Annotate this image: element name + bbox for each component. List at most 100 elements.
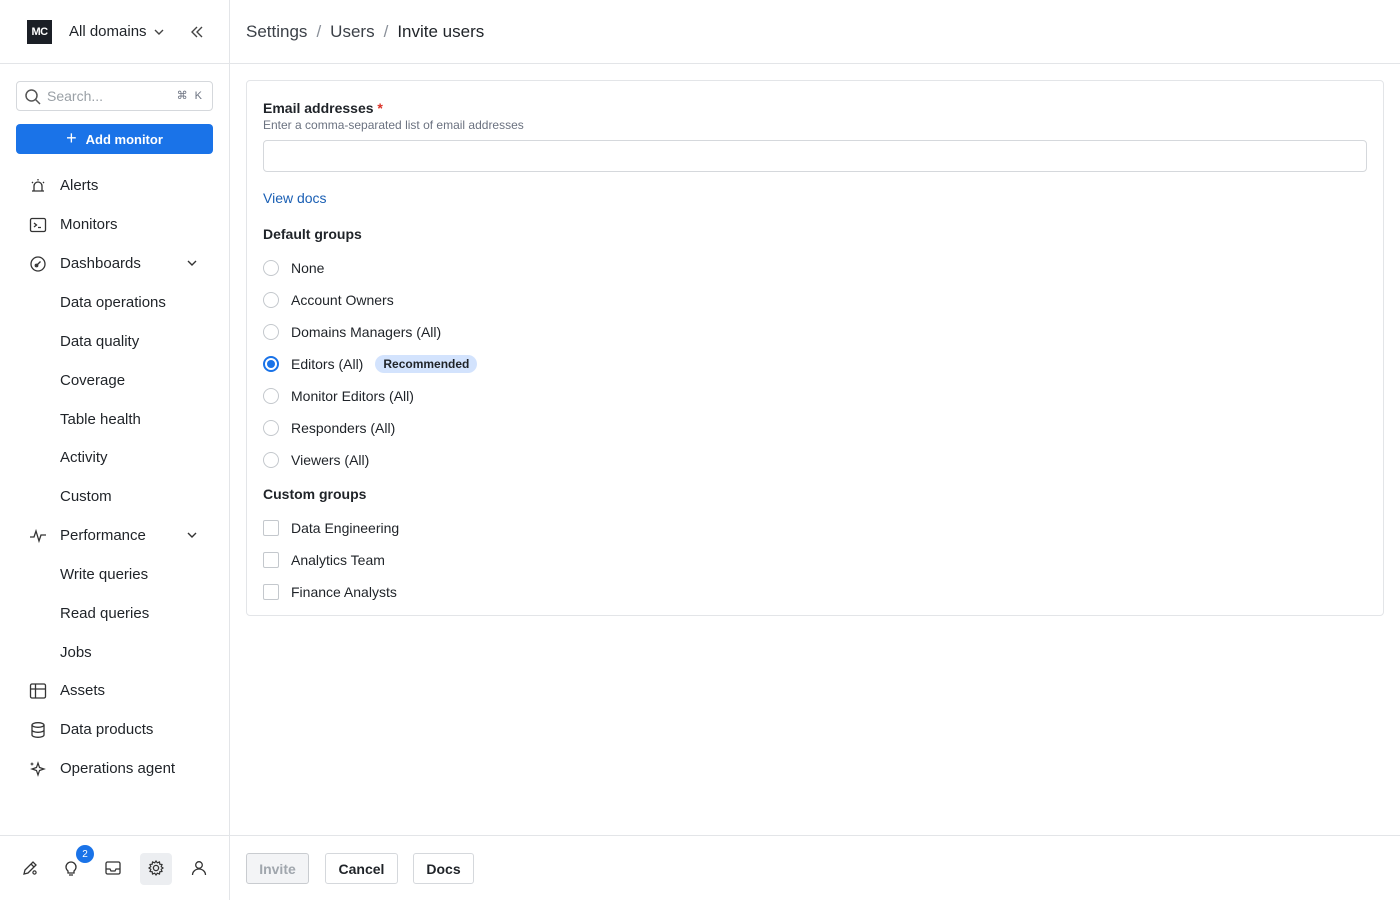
inbox-icon (103, 858, 123, 881)
radio-option[interactable]: None (263, 258, 324, 278)
sidebar-item-jobs[interactable]: Jobs (0, 633, 229, 671)
invite-form: Email addresses * Enter a comma-separate… (246, 80, 1384, 616)
radio-button[interactable] (263, 420, 279, 436)
recommended-badge: Recommended (375, 355, 478, 373)
sidebar-item-write-queries[interactable]: Write queries (0, 555, 229, 594)
radio-option[interactable]: Domains Managers (All) (263, 322, 441, 342)
chevron-down-icon[interactable] (153, 25, 165, 41)
view-docs-link[interactable]: View docs (263, 190, 327, 206)
table-icon (28, 681, 48, 701)
option-label: Viewers (All) (291, 452, 370, 468)
chevron-down-icon[interactable] (185, 528, 199, 546)
radio-button-selected[interactable] (263, 356, 279, 372)
option-label: Finance Analysts (291, 584, 397, 600)
sidebar-item-data-quality[interactable]: Data quality (0, 322, 229, 361)
radio-button[interactable] (263, 324, 279, 340)
checkbox-option[interactable]: Data Engineering (263, 518, 399, 538)
email-help-text: Enter a comma-separated list of email ad… (263, 118, 524, 132)
user-icon (189, 858, 209, 881)
sparkle-icon (28, 759, 48, 779)
radio-option[interactable]: Viewers (All) (263, 450, 369, 470)
checkbox[interactable] (263, 552, 279, 568)
logo: MC (27, 19, 52, 44)
sidebar-item-data-products[interactable]: Data products (0, 710, 229, 749)
checkbox[interactable] (263, 520, 279, 536)
breadcrumb-settings[interactable]: Settings (246, 22, 307, 42)
option-label: Data Engineering (291, 520, 400, 536)
sidebar: MC All domains ⌘ K + Add monitor Alerts (0, 0, 230, 900)
breadcrumb-separator: / (316, 21, 322, 41)
default-groups-title: Default groups (263, 226, 362, 242)
sidebar-footer-inbox[interactable] (97, 853, 129, 885)
add-monitor-button[interactable]: + Add monitor (16, 124, 213, 154)
radio-button[interactable] (263, 292, 279, 308)
email-field[interactable] (263, 140, 1367, 172)
sidebar-item-custom[interactable]: Custom (0, 477, 229, 516)
gear-icon (146, 858, 166, 881)
cancel-button[interactable]: Cancel (325, 853, 398, 884)
sidebar-item-assets[interactable]: Assets (0, 671, 229, 710)
radio-button[interactable] (263, 388, 279, 404)
add-monitor-label: Add monitor (85, 131, 163, 147)
radio-option[interactable]: Editors (All) Recommended (263, 354, 478, 374)
radio-button[interactable] (263, 452, 279, 468)
gauge-icon (28, 254, 48, 274)
search-box[interactable]: ⌘ K (16, 81, 213, 111)
sidebar-item-operations-agent[interactable]: Operations agent (0, 749, 229, 788)
option-label: None (291, 260, 325, 276)
domain-selector[interactable]: All domains (69, 23, 147, 40)
form-footer: Invite Cancel Docs (230, 835, 1400, 900)
sidebar-footer (0, 835, 229, 900)
sidebar-item-data-operations[interactable]: Data operations (0, 283, 229, 322)
option-label: Monitor Editors (All) (291, 388, 414, 404)
sidebar-item-table-health[interactable]: Table health (0, 400, 229, 438)
search-input[interactable] (47, 88, 167, 104)
option-label: Account Owners (291, 292, 394, 308)
pen-tool-icon (20, 858, 40, 881)
pulse-icon (28, 526, 48, 546)
option-label: Domains Managers (All) (291, 324, 442, 340)
plus-icon: + (66, 128, 77, 148)
sidebar-item-performance[interactable]: Performance (0, 516, 229, 555)
sidebar-footer-profile[interactable] (183, 853, 215, 885)
sidebar-item-monitors[interactable]: Monitors (0, 205, 229, 244)
sidebar-item-read-queries[interactable]: Read queries (0, 594, 229, 633)
email-label: Email addresses * (263, 100, 383, 116)
sidebar-header: MC All domains (0, 0, 229, 64)
radio-option[interactable]: Monitor Editors (All) (263, 386, 414, 406)
sidebar-item-activity[interactable]: Activity (0, 438, 229, 477)
notification-badge: 2 (76, 845, 94, 863)
lightbulb-icon (61, 858, 81, 881)
collapse-sidebar-icon[interactable] (188, 23, 206, 41)
breadcrumb-users[interactable]: Users (330, 22, 374, 42)
required-mark: * (377, 100, 383, 116)
email-label-text: Email addresses (263, 100, 374, 116)
sidebar-footer-settings[interactable] (140, 853, 172, 885)
custom-groups-title: Custom groups (263, 486, 367, 502)
option-label: Responders (All) (291, 420, 396, 436)
sidebar-nav: Alerts Monitors Dashboards Data operatio… (0, 166, 229, 788)
option-label: Editors (All) (291, 356, 364, 372)
sidebar-item-alerts[interactable]: Alerts (0, 166, 229, 205)
checkbox-option[interactable]: Analytics Team (263, 550, 385, 570)
database-icon (28, 720, 48, 740)
alarm-icon (28, 176, 48, 196)
page-title: Invite users (397, 21, 485, 41)
search-shortcut: ⌘ K (176, 90, 204, 102)
invite-button[interactable]: Invite (246, 853, 309, 884)
sidebar-footer-tools[interactable] (14, 853, 46, 885)
terminal-icon (28, 215, 48, 235)
sidebar-item-coverage[interactable]: Coverage (0, 361, 229, 400)
chevron-down-icon[interactable] (185, 256, 199, 274)
docs-button[interactable]: Docs (413, 853, 474, 884)
checkbox-option[interactable]: Finance Analysts (263, 582, 397, 602)
radio-option[interactable]: Responders (All) (263, 418, 395, 438)
breadcrumb: Settings / Users / Invite users (230, 0, 1400, 64)
sidebar-item-dashboards[interactable]: Dashboards (0, 244, 229, 283)
breadcrumb-separator: / (383, 21, 389, 41)
option-label: Analytics Team (291, 552, 385, 568)
radio-button[interactable] (263, 260, 279, 276)
radio-option[interactable]: Account Owners (263, 290, 394, 310)
checkbox[interactable] (263, 584, 279, 600)
search-icon (24, 88, 42, 109)
